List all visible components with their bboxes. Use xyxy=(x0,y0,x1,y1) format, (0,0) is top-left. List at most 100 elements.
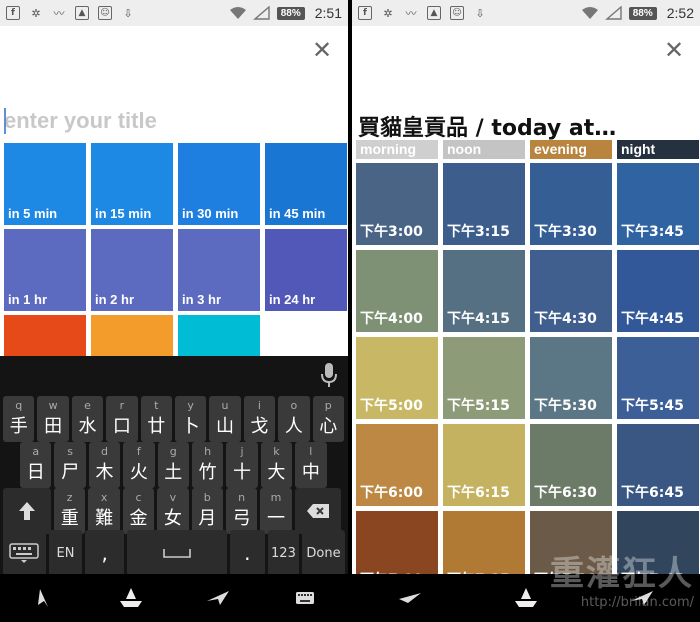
time-slot-tile[interactable]: 下午6:00 xyxy=(356,424,438,506)
key-hint: n xyxy=(238,491,246,504)
time-slot-tile[interactable]: 下午3:30 xyxy=(530,163,612,245)
space-key[interactable] xyxy=(127,530,227,576)
time-tile[interactable]: in 30 min xyxy=(178,143,260,225)
time-slot-tile[interactable]: 下午6:30 xyxy=(530,424,612,506)
time-slot-grid: 下午3:00 下午3:15 下午3:30 下午3:45 下午4:00 下午4:15 下午4:… xyxy=(356,163,700,593)
pulse-icon: 〰 xyxy=(53,7,65,20)
backspace-key[interactable] xyxy=(294,488,341,534)
key-w[interactable]: w田 xyxy=(37,396,69,442)
time-slot-tile[interactable]: 下午3:15 xyxy=(443,163,525,245)
time-slot-tile[interactable]: 下午4:00 xyxy=(356,250,438,332)
done-key[interactable]: Done xyxy=(302,530,345,576)
time-slot-tile[interactable]: 下午4:30 xyxy=(530,250,612,332)
facebook-icon: f xyxy=(6,6,20,20)
time-tile[interactable]: in 5 min xyxy=(4,143,86,225)
plane-icon[interactable] xyxy=(395,583,425,613)
plane-icon[interactable] xyxy=(29,583,59,613)
key-g[interactable]: g土 xyxy=(157,442,189,488)
key-h[interactable]: h竹 xyxy=(191,442,224,488)
time-slot-tile[interactable]: 下午5:00 xyxy=(356,337,438,419)
comma-key[interactable]: , xyxy=(85,530,125,576)
key-a[interactable]: a日 xyxy=(20,442,52,488)
download-icon: ⇩ xyxy=(123,6,133,20)
clock: 2:51 xyxy=(314,5,342,21)
mic-icon[interactable] xyxy=(320,362,338,388)
time-slot-tile[interactable]: 下午5:30 xyxy=(530,337,612,419)
time-slot-label: 下午6:45 xyxy=(621,485,684,501)
key-e[interactable]: e水 xyxy=(71,396,104,442)
key-x[interactable]: x難 xyxy=(88,488,120,534)
key-v[interactable]: v女 xyxy=(157,488,189,534)
close-icon[interactable]: ✕ xyxy=(310,36,334,64)
time-tile[interactable]: in 15 min xyxy=(91,143,173,225)
key-f[interactable]: f火 xyxy=(123,442,155,488)
time-slot-tile[interactable]: 下午4:45 xyxy=(617,250,699,332)
key-p[interactable]: p心 xyxy=(312,396,344,442)
key-hint: q xyxy=(15,399,23,412)
key-hint: x xyxy=(100,491,108,504)
time-slot-tile[interactable]: 下午4:15 xyxy=(443,250,525,332)
shift-key[interactable] xyxy=(3,488,51,534)
time-slot-tile[interactable]: 下午3:45 xyxy=(617,163,699,245)
key-d[interactable]: d木 xyxy=(88,442,121,488)
time-tile[interactable]: in 24 hr xyxy=(265,229,347,311)
close-icon[interactable]: ✕ xyxy=(662,36,686,64)
time-tile[interactable]: in 45 min xyxy=(265,143,347,225)
lang-key[interactable]: EN xyxy=(48,530,83,576)
keyboard-toggle-icon[interactable] xyxy=(290,583,320,613)
key-r[interactable]: r口 xyxy=(106,396,138,442)
rocket-icon[interactable] xyxy=(203,583,233,613)
time-slot-label: 下午5:15 xyxy=(447,398,510,414)
numbers-key[interactable]: 123 xyxy=(267,530,300,576)
key-hint: y xyxy=(187,399,194,412)
key-n[interactable]: n弓 xyxy=(225,488,258,534)
watermark: 重灌狂人 http://briian.com/ xyxy=(550,546,694,610)
key-hint: g xyxy=(169,445,177,458)
boat-icon[interactable] xyxy=(116,583,146,613)
key-b[interactable]: b月 xyxy=(191,488,223,534)
key-char: 重 xyxy=(60,508,79,529)
key-s[interactable]: s尸 xyxy=(54,442,86,488)
phase-tab-evening[interactable]: evening xyxy=(530,140,612,159)
key-y[interactable]: y卜 xyxy=(174,396,207,442)
key-q[interactable]: q手 xyxy=(3,396,35,442)
key-o[interactable]: o人 xyxy=(278,396,310,442)
key-t[interactable]: t廿 xyxy=(140,396,172,442)
key-c[interactable]: c金 xyxy=(122,488,155,534)
boat-icon[interactable] xyxy=(511,583,541,613)
time-tile-label: in 3 hr xyxy=(182,292,222,307)
phase-tab-morning[interactable]: morning xyxy=(356,140,438,159)
key-z[interactable]: z重 xyxy=(54,488,86,534)
time-tile-label: in 30 min xyxy=(182,206,239,221)
period-key[interactable]: . xyxy=(229,530,265,576)
key-char: 難 xyxy=(95,508,114,529)
phase-tab-night[interactable]: night xyxy=(617,140,699,159)
keyboard-icon xyxy=(9,543,40,563)
time-slot-label: 下午3:00 xyxy=(360,224,423,240)
time-slot-label: 下午4:30 xyxy=(534,311,597,327)
time-slot-tile[interactable]: 下午5:15 xyxy=(443,337,525,419)
time-slot-tile[interactable]: 下午6:15 xyxy=(443,424,525,506)
key-char: 竹 xyxy=(198,462,217,483)
time-slot-tile[interactable]: 下午5:45 xyxy=(617,337,699,419)
wifi-icon xyxy=(581,7,598,19)
key-u[interactable]: u山 xyxy=(209,396,241,442)
key-k[interactable]: k大 xyxy=(260,442,293,488)
key-i[interactable]: i戈 xyxy=(243,396,276,442)
key-char: 月 xyxy=(198,508,217,529)
time-slot-label: 下午3:30 xyxy=(534,224,597,240)
key-m[interactable]: m一 xyxy=(260,488,292,534)
time-slot-tile[interactable]: 下午3:00 xyxy=(356,163,438,245)
key-hint: l xyxy=(309,445,313,458)
key-j[interactable]: j十 xyxy=(226,442,258,488)
time-slot-tile[interactable]: 下午6:45 xyxy=(617,424,699,506)
time-tile[interactable]: in 3 hr xyxy=(178,229,260,311)
key-l[interactable]: l中 xyxy=(295,442,327,488)
time-tile[interactable]: in 2 hr xyxy=(91,229,173,311)
time-tile[interactable]: in 1 hr xyxy=(4,229,86,311)
title-input[interactable] xyxy=(4,108,334,134)
keyboard-switch-key[interactable] xyxy=(3,530,46,576)
keyboard-row-3: z重x難c金v女b月n弓m一 xyxy=(0,488,348,534)
key-hint: t xyxy=(154,399,159,412)
phase-tab-noon[interactable]: noon xyxy=(443,140,525,159)
